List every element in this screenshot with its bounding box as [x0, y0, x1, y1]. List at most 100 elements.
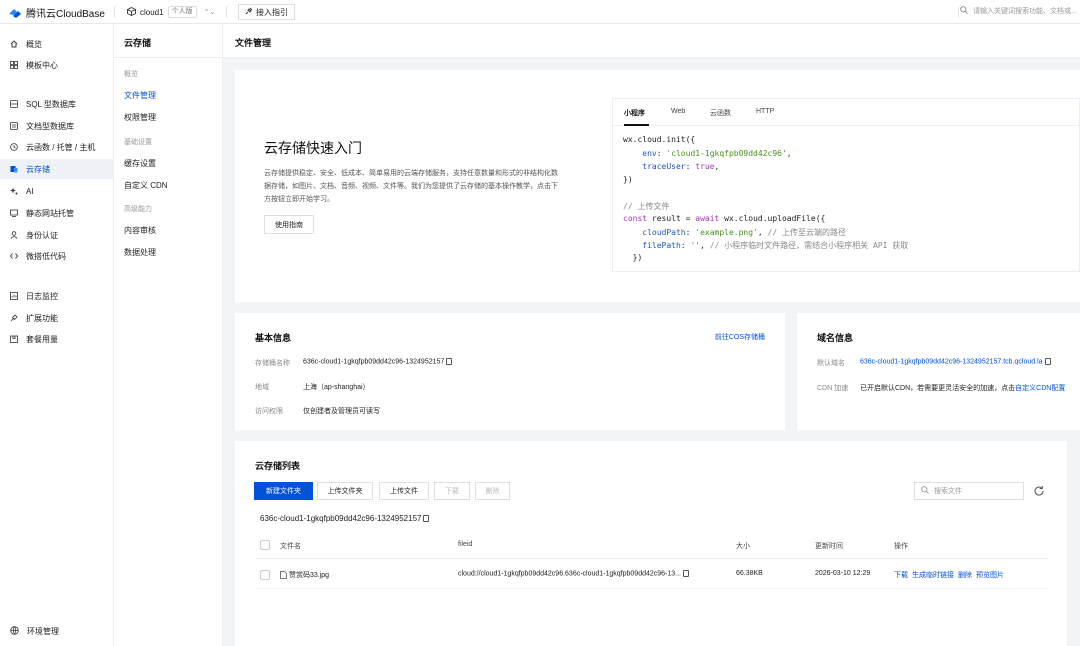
nav-item-usage[interactable]: 套餐用量 — [0, 329, 114, 349]
active-tab-indicator — [624, 124, 649, 126]
download-button[interactable]: 下载 — [434, 482, 470, 500]
tab-http[interactable]: HTTP — [756, 108, 774, 115]
storage-icon — [10, 165, 18, 173]
nav-item-label: 静态网站托管 — [26, 208, 74, 218]
nav-item-ai[interactable]: AI — [0, 181, 114, 201]
nav-item-label: 模板中心 — [26, 60, 58, 70]
bucket-name-label: 存储桶名称 — [255, 360, 290, 367]
default-domain-label: 默认域名 — [817, 360, 845, 367]
nav-item-static-hosting[interactable]: 静态网站托管 — [0, 203, 114, 223]
access-guide-label: 接入指引 — [256, 7, 288, 17]
copy-icon[interactable] — [423, 515, 430, 523]
subnav-item-content-review[interactable]: 内容审核 — [124, 225, 156, 236]
copy-icon[interactable] — [1044, 358, 1051, 365]
default-domain-value[interactable]: 636c-cloud1-1gkqfpb09dd42c96-1324952157.… — [860, 358, 1051, 365]
region-value: 上海（ap-shanghai） — [303, 384, 370, 391]
nav-item-label: 日志监控 — [26, 291, 58, 301]
tab-web[interactable]: Web — [671, 108, 685, 115]
page-title: 文件管理 — [235, 38, 272, 48]
nav-item-document-database[interactable]: 文档型数据库 — [0, 116, 114, 136]
copy-icon[interactable] — [446, 358, 453, 365]
nav-item-auth[interactable]: 身份认证 — [0, 225, 114, 245]
bucket-name-value: 636c-cloud1-1gkqfpb09dd42c96-1324952157 — [303, 358, 453, 365]
upload-file-button[interactable]: 上传文件 — [379, 482, 429, 500]
cdn-value: 已开启默认CDN，若需要更灵活安全的加速，点击自定义CDN配置 — [860, 385, 1066, 392]
tab-miniprogram[interactable]: 小程序 — [624, 108, 645, 118]
sparkle-icon — [10, 187, 18, 195]
file-icon — [280, 571, 287, 580]
row-download-link[interactable]: 下载 — [894, 572, 908, 579]
nav-item-log-monitor[interactable]: 日志监控 — [0, 286, 114, 306]
subnav-item-cache-settings[interactable]: 缓存设置 — [124, 158, 156, 169]
code-line: wx.cloud.init({ — [623, 135, 696, 144]
monitor-icon — [10, 292, 18, 300]
row-checkbox[interactable] — [260, 570, 270, 580]
file-name-cell[interactable]: 赞赏码33.jpg — [280, 570, 329, 580]
database-icon — [10, 100, 18, 108]
storage-list-title: 云存储列表 — [255, 461, 301, 471]
page-header: 文件管理 — [223, 24, 1080, 58]
nav-item-extensions[interactable]: 扩展功能 — [0, 308, 114, 328]
cos-bucket-link[interactable]: 前往COS存储桶 — [715, 332, 765, 342]
nav-item-label: 微搭低代码 — [26, 251, 66, 261]
select-all-checkbox[interactable] — [260, 540, 270, 550]
sub-nav: 云存储 概览 文件管理 权限管理 基础设置 缓存设置 自定义 CDN 高级能力 … — [114, 24, 223, 646]
copy-icon[interactable] — [683, 570, 690, 577]
lowcode-icon — [9, 252, 19, 260]
row-temp-link-link[interactable]: 生成临时链接 — [912, 572, 954, 579]
code-line: cloudPath: 'example.png', // 上传至云端的路径 — [642, 228, 846, 237]
code-line: }) — [623, 175, 633, 184]
search-icon — [921, 486, 929, 496]
user-guide-button[interactable]: 使用指南 — [264, 215, 314, 234]
column-header-fileid: fileid — [458, 541, 473, 548]
column-header-actions: 操作 — [894, 543, 908, 550]
tab-cloud-function[interactable]: 云函数 — [710, 108, 731, 118]
env-management-link[interactable]: 环境管理 — [10, 626, 59, 637]
nav-item-templates[interactable]: 模板中心 — [0, 55, 114, 75]
nav-item-cloud-storage[interactable]: 云存储 — [0, 159, 114, 179]
subnav-item-custom-cdn[interactable]: 自定义 CDN — [124, 180, 168, 191]
new-folder-button[interactable]: 新建文件夹 — [254, 482, 313, 500]
quickstart-description: 云存储提供稳定、安全、低成本、简单易用的云端存储服务，支持任意数量和形式的非结构… — [264, 170, 558, 203]
row-preview-link[interactable]: 预览图片 — [976, 572, 1004, 579]
subnav-item-file-management[interactable]: 文件管理 — [124, 90, 156, 101]
nav-item-functions[interactable]: 云函数 / 托管 / 主机 — [0, 137, 114, 157]
global-search-input[interactable]: 请输入关键词搜索功能、文档或... — [960, 6, 1077, 16]
subnav-group-advanced: 高级能力 — [124, 206, 152, 213]
domain-info-title: 域名信息 — [817, 333, 854, 343]
delete-button[interactable]: 删除 — [475, 482, 510, 500]
left-nav: 概览 模板中心 SQL 型数据库 文档型数据库 云函数 / 托管 / 主机 云存… — [0, 24, 114, 646]
nav-item-label: 云函数 / 托管 / 主机 — [26, 142, 96, 152]
subnav-item-data-processing[interactable]: 数据处理 — [124, 247, 156, 258]
quickstart-card: 云存储快速入门 云存储提供稳定、安全、低成本、简单易用的云端存储服务，支持任意数… — [235, 70, 1080, 302]
column-header-size: 大小 — [736, 543, 750, 550]
fileid-cell: cloud://cloud1-1gkqfpb09dd42c96.636c-clo… — [458, 570, 690, 577]
subnav-group-overview[interactable]: 概览 — [124, 69, 138, 79]
code-tabs: 小程序 Web 云函数 HTTP — [613, 99, 1080, 126]
code-line: // 上传文件 — [623, 202, 670, 211]
custom-cdn-link[interactable]: 自定义CDN配置 — [1015, 385, 1065, 392]
env-name: cloud1 — [140, 7, 164, 17]
grid-icon — [10, 61, 18, 69]
plug-icon — [245, 7, 253, 17]
divider — [958, 6, 959, 18]
column-header-filename: 文件名 — [280, 543, 301, 550]
row-delete-link[interactable]: 删除 — [958, 572, 972, 579]
column-header-updated: 更新时间 — [815, 543, 843, 550]
nav-item-overview[interactable]: 概览 — [0, 34, 114, 54]
basic-info-title: 基本信息 — [255, 333, 292, 343]
access-value: 仅创建者及管理员可读写 — [303, 408, 380, 415]
refresh-icon[interactable] — [1033, 485, 1045, 497]
access-guide-button[interactable]: 接入指引 — [238, 4, 295, 20]
brand[interactable]: 腾讯云CloudBase — [8, 5, 105, 20]
storage-list-card: 云存储列表 新建文件夹 上传文件夹 上传文件 下载 删除 搜索文件 636c-c… — [235, 441, 1067, 646]
subnav-item-permissions[interactable]: 权限管理 — [124, 112, 156, 123]
nav-item-label: 概览 — [26, 39, 42, 49]
file-search-input[interactable]: 搜索文件 — [914, 482, 1024, 500]
function-icon — [10, 143, 18, 151]
upload-folder-button[interactable]: 上传文件夹 — [317, 482, 373, 500]
env-selector[interactable]: cloud1 个人版 ⌃⌄ — [127, 6, 215, 18]
nav-item-lowcode[interactable]: 微搭低代码 — [0, 246, 114, 266]
nav-item-sql-database[interactable]: SQL 型数据库 — [0, 94, 114, 114]
website-icon — [10, 209, 18, 217]
